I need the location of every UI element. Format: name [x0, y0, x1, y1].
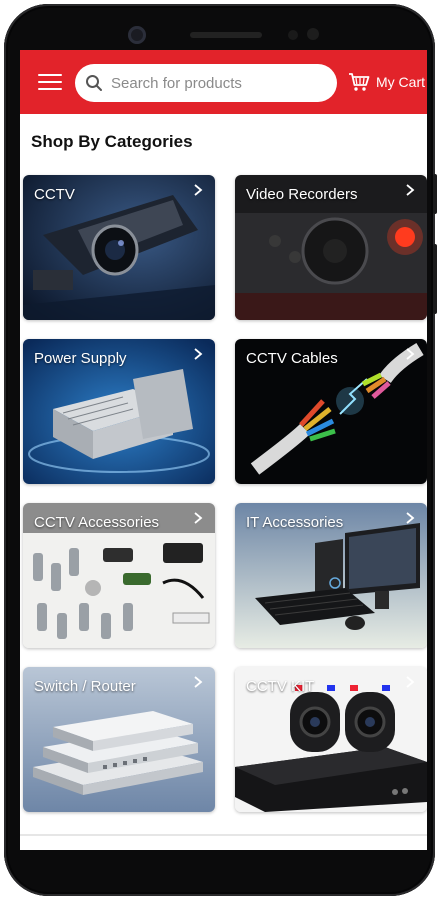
front-camera	[128, 26, 146, 44]
category-tile-power-supply[interactable]: Power Supply	[23, 339, 215, 484]
category-tile-video-recorders[interactable]: Video Recorders	[235, 175, 427, 320]
search-bar[interactable]	[75, 64, 337, 102]
my-cart-button[interactable]: My Cart	[348, 72, 425, 92]
section-title: Shop By Categories	[31, 132, 193, 151]
bottom-divider	[20, 834, 427, 836]
chevron-right-icon	[406, 184, 415, 196]
category-tile-cctv-cables[interactable]: CCTV Cables	[235, 339, 427, 484]
chevron-right-icon	[194, 512, 203, 524]
category-tile-cctv-kit[interactable]: CCTV KIT	[235, 667, 427, 812]
category-label: Video Recorders	[246, 186, 358, 203]
category-tile-it-accessories[interactable]: IT Accessories	[235, 503, 427, 648]
power-button	[433, 244, 437, 314]
category-tile-cctv[interactable]: CCTV	[23, 175, 215, 320]
app-screen: My Cart Shop By Categories CCTV	[20, 50, 427, 850]
chevron-right-icon	[194, 348, 203, 360]
category-tile-cctv-accessories[interactable]: CCTV Accessories	[23, 503, 215, 648]
cart-label: My Cart	[376, 74, 425, 90]
hamburger-menu-icon[interactable]	[38, 74, 62, 92]
category-label: Power Supply	[34, 350, 127, 367]
chevron-right-icon	[406, 676, 415, 688]
category-label: CCTV Accessories	[34, 514, 160, 531]
category-label: IT Accessories	[246, 514, 344, 531]
app-header: My Cart	[20, 50, 427, 114]
ambient-sensor	[307, 28, 319, 40]
chevron-right-icon	[406, 512, 415, 524]
category-label: CCTV Cables	[246, 350, 338, 367]
category-label: Switch / Router	[34, 678, 136, 695]
volume-button	[433, 174, 437, 214]
chevron-right-icon	[406, 348, 415, 360]
earpiece-speaker	[190, 32, 262, 38]
chevron-right-icon	[194, 676, 203, 688]
search-icon	[86, 75, 102, 91]
chevron-right-icon	[194, 184, 203, 196]
category-tile-switch-router[interactable]: Switch / Router	[23, 667, 215, 812]
shopping-cart-icon	[349, 73, 370, 91]
category-label: CCTV	[34, 186, 75, 203]
phone-frame: My Cart Shop By Categories CCTV	[4, 4, 437, 896]
proximity-sensor	[288, 30, 298, 40]
category-label: CCTV KIT	[246, 678, 315, 695]
search-input[interactable]	[109, 73, 323, 93]
